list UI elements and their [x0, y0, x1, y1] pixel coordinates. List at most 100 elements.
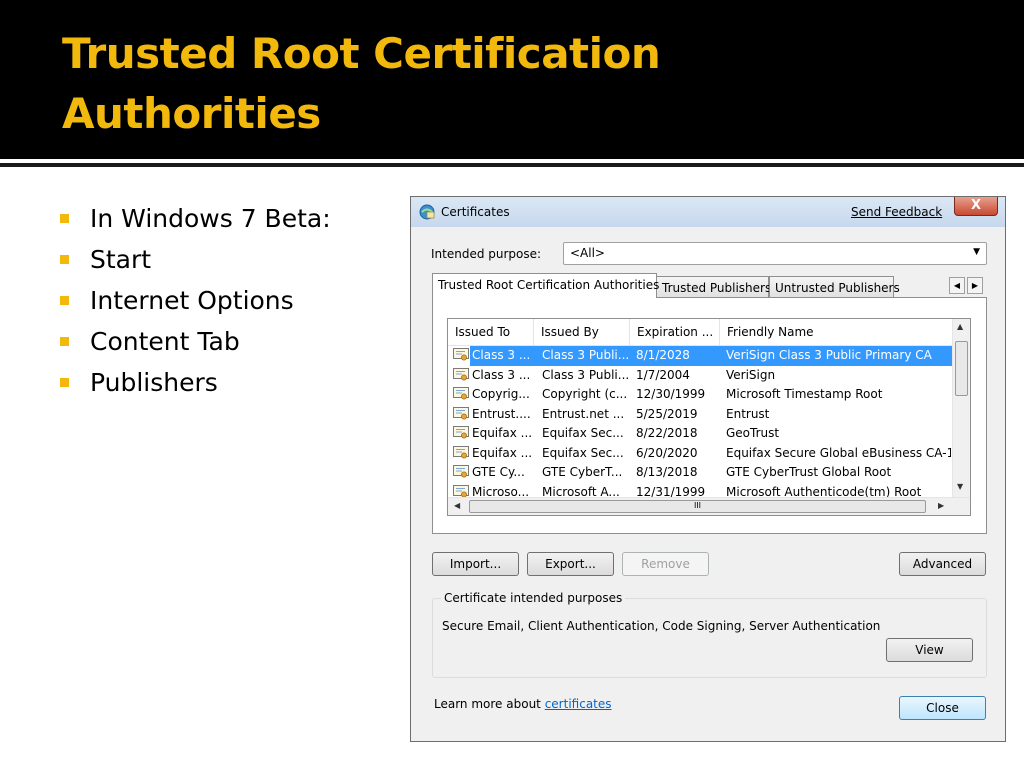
scroll-down-icon[interactable]: ▼: [957, 482, 963, 491]
cell-friendly: GeoTrust: [726, 426, 780, 440]
slide-title-bar: Trusted Root Certification Authorities: [0, 0, 1024, 159]
learn-more: Learn more about certificates: [434, 697, 612, 711]
send-feedback-link[interactable]: Send Feedback: [851, 205, 942, 219]
intended-purposes-title: Certificate intended purposes: [441, 591, 626, 605]
cell-issued-by: Copyright (c...: [542, 387, 628, 401]
intended-purposes-text: Secure Email, Client Authentication, Cod…: [442, 619, 881, 633]
slide-title: Trusted Root Certification Authorities: [62, 29, 661, 138]
cell-issued-to: GTE Cy...: [472, 465, 525, 479]
table-row[interactable]: Class 3 ... Class 3 Publi... 8/1/2028 VeriS…: [448, 346, 954, 366]
bullet-item: Content Tab: [60, 321, 331, 362]
scroll-left-icon[interactable]: ◀: [454, 501, 460, 510]
tab-untrusted-publishers[interactable]: Untrusted Publishers: [769, 276, 900, 298]
cell-issued-to: Class 3 ...: [472, 367, 531, 382]
bullet-item: Internet Options: [60, 280, 331, 321]
vertical-scroll-thumb[interactable]: [955, 341, 968, 396]
certificates-dialog: Certificates Send Feedback X Intended pu…: [410, 196, 1006, 742]
certificate-list[interactable]: Issued To Issued By Expiration ... Frien…: [447, 318, 971, 516]
column-issued-to[interactable]: Issued To: [448, 319, 534, 345]
cell-issued-by: GTE CyberT...: [542, 465, 623, 479]
vertical-scrollbar[interactable]: ▲ ▼: [952, 319, 970, 498]
cell-friendly: Entrust: [726, 406, 770, 421]
cell-issued-to: Class 3 ...: [472, 348, 531, 362]
certificate-icon: [453, 465, 469, 478]
close-window-button[interactable]: X: [954, 197, 998, 216]
certificates-app-icon: [419, 204, 435, 220]
bullet-marker-icon: [60, 296, 69, 305]
close-button[interactable]: Close: [899, 696, 986, 720]
cell-friendly: Microsoft Timestamp Root: [726, 387, 883, 401]
cell-issued-to: Entrust....: [472, 406, 531, 421]
view-button[interactable]: View: [886, 638, 973, 662]
cell-issued-by: Entrust.net ...: [542, 406, 625, 421]
cell-expiration: 8/13/2018: [636, 465, 698, 479]
cell-expiration: 8/22/2018: [636, 426, 698, 440]
chevron-down-icon: ▼: [973, 247, 980, 257]
certificates-link[interactable]: certificates: [545, 697, 612, 711]
cell-expiration: 5/25/2019: [636, 406, 698, 421]
scroll-up-icon[interactable]: ▲: [957, 322, 963, 331]
tab-trusted-root[interactable]: Trusted Root Certification Authorities: [432, 273, 659, 298]
certificate-icon: [453, 406, 469, 419]
advanced-button[interactable]: Advanced: [899, 552, 986, 576]
table-row[interactable]: GTE Cy... GTE CyberT... 8/13/2018 GTE Cyber…: [448, 463, 954, 483]
bullet-marker-icon: [60, 337, 69, 346]
intended-purpose-label: Intended purpose:: [431, 247, 542, 261]
column-issued-by[interactable]: Issued By: [534, 319, 630, 345]
certificate-icon: [453, 387, 469, 400]
bullet-text: Internet Options: [90, 286, 294, 315]
cell-expiration: 8/1/2028: [636, 348, 690, 362]
certificate-icon: [453, 367, 469, 380]
column-friendly-name[interactable]: Friendly Name: [720, 319, 954, 345]
list-header: Issued To Issued By Expiration ... Frien…: [448, 319, 954, 346]
cell-friendly: VeriSign Class 3 Public Primary CA: [726, 348, 932, 362]
bullet-item: Start: [60, 239, 331, 280]
intended-purposes-group: Certificate intended purposes Secure Ema…: [432, 591, 987, 678]
cell-expiration: 6/20/2020: [636, 445, 698, 460]
learn-more-text: Learn more about: [434, 697, 541, 711]
certificate-icon: [453, 426, 469, 439]
remove-button[interactable]: Remove: [622, 552, 709, 576]
table-row[interactable]: Class 3 ... Class 3 Publi... 1/7/2004 VeriS…: [448, 366, 954, 386]
tab-scroll-right-icon[interactable]: ▶: [967, 277, 983, 294]
horizontal-scroll-thumb[interactable]: III: [469, 500, 926, 513]
title-divider-shadow: [0, 163, 1024, 167]
bullet-list: In Windows 7 Beta: Start Internet Option…: [60, 198, 331, 403]
table-row[interactable]: Copyrig... Copyright (c... 12/30/1999 Micro…: [448, 385, 954, 405]
cell-expiration: 12/30/1999: [636, 387, 706, 401]
cell-issued-to: Equifax ...: [472, 426, 533, 440]
cell-expiration: 1/7/2004: [636, 367, 690, 382]
bullet-marker-icon: [60, 214, 69, 223]
table-row[interactable]: Equifax ... Equifax Sec... 6/20/2020 Equifa…: [448, 444, 954, 464]
cell-friendly: GTE CyberTrust Global Root: [726, 465, 892, 479]
bullet-item: Publishers: [60, 362, 331, 403]
intended-purpose-select[interactable]: <All> ▼: [563, 242, 987, 265]
tab-scroll-left-icon[interactable]: ◀: [949, 277, 965, 294]
cell-friendly: VeriSign: [726, 367, 776, 382]
table-row[interactable]: Equifax ... Equifax Sec... 8/22/2018 GeoTru…: [448, 424, 954, 444]
bullet-marker-icon: [60, 255, 69, 264]
table-row[interactable]: Entrust.... Entrust.net ... 5/25/2019 Entru…: [448, 405, 954, 425]
tab-trusted-publishers[interactable]: Trusted Publishers: [656, 276, 771, 298]
column-expiration[interactable]: Expiration ...: [630, 319, 720, 345]
horizontal-scrollbar[interactable]: ◀ III ▶: [448, 497, 970, 515]
cell-friendly: Equifax Secure Global eBusiness CA-1: [726, 445, 951, 460]
cell-issued-by: Class 3 Publi...: [542, 367, 630, 382]
intended-purpose-value: <All>: [570, 246, 605, 260]
cell-issued-by: Equifax Sec...: [542, 445, 624, 460]
bullet-text: Content Tab: [90, 327, 240, 356]
cell-issued-to: Equifax ...: [472, 445, 533, 460]
cell-issued-by: Equifax Sec...: [542, 426, 624, 440]
bullet-text: Publishers: [90, 368, 218, 397]
title-bar[interactable]: Certificates Send Feedback X: [411, 197, 1005, 227]
list-rows: Class 3 ... Class 3 Publi... 8/1/2028 VeriS…: [448, 346, 954, 502]
import-button[interactable]: Import...: [432, 552, 519, 576]
bullet-text: In Windows 7 Beta:: [90, 204, 331, 233]
export-button[interactable]: Export...: [527, 552, 614, 576]
scroll-right-icon[interactable]: ▶: [938, 501, 944, 510]
bullet-marker-icon: [60, 378, 69, 387]
bullet-text: Start: [90, 245, 152, 274]
cell-issued-by: Class 3 Publi...: [542, 348, 630, 362]
cell-issued-to: Copyrig...: [472, 387, 530, 401]
bullet-item: In Windows 7 Beta:: [60, 198, 331, 239]
